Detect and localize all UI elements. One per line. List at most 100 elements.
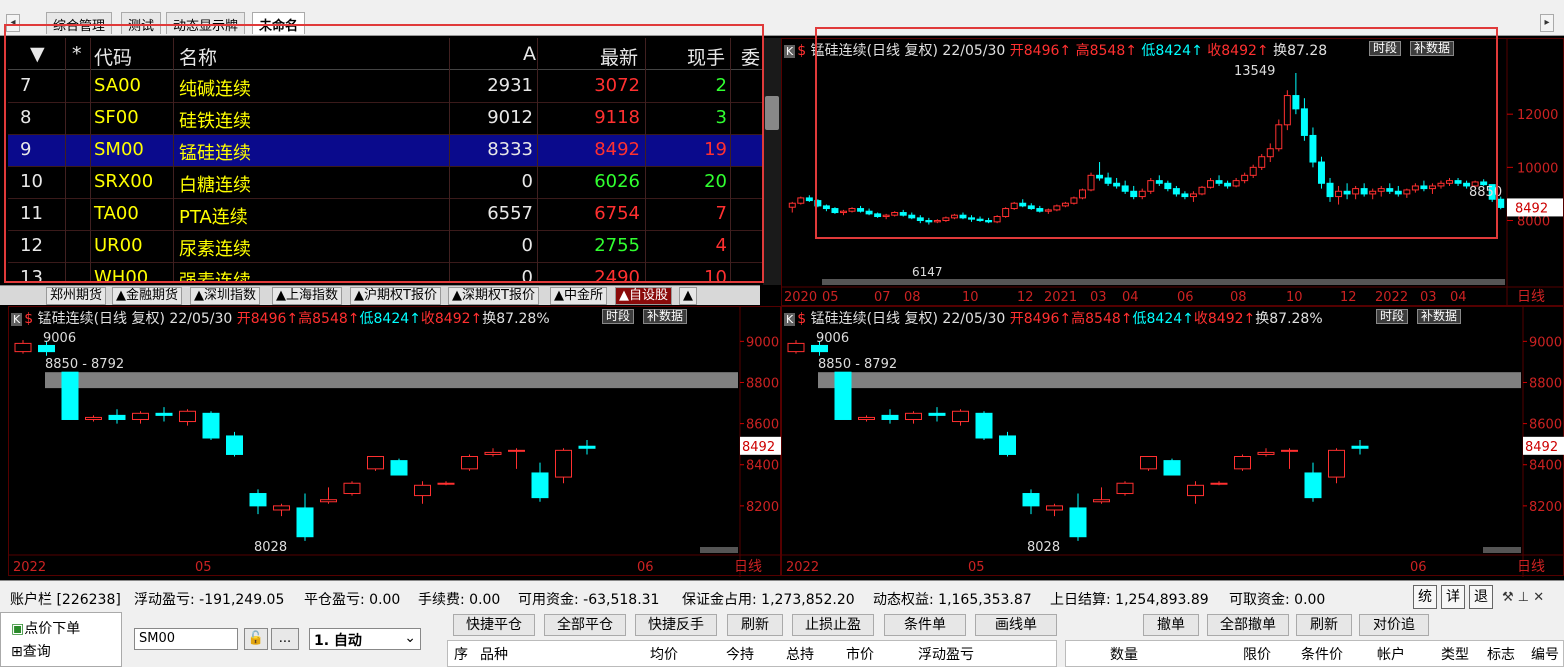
market-tab[interactable]: ▲中金所 — [550, 287, 607, 305]
market-tab[interactable]: ▲ — [679, 287, 697, 305]
quote-row[interactable]: 13 WH00 强麦连续 0 2490 10 — [8, 263, 763, 283]
y-tick-label: 12000 — [1517, 108, 1558, 123]
quote-row[interactable]: 10 SRX00 白糖连续 0 6026 20 — [8, 167, 763, 199]
candle-body — [132, 412, 149, 420]
candle-body — [1292, 95, 1300, 110]
bid-column-header[interactable]: 委 — [741, 43, 760, 70]
col-limit-price[interactable]: 限价 — [1243, 644, 1271, 664]
col-floating-pl[interactable]: 浮动盈亏 — [918, 644, 974, 664]
col-flag[interactable]: 标志 — [1487, 644, 1515, 664]
dynamic-equity: 动态权益: 1,165,353.87 — [873, 592, 1032, 608]
quote-row[interactable]: 8 SF00 硅铁连续 9012 9118 3 — [8, 103, 763, 135]
x-axis-unit: 日线 — [1517, 289, 1545, 305]
tab-scroll-right-button[interactable]: ▸ — [1540, 14, 1554, 32]
stats-button[interactable]: 统 — [1413, 585, 1437, 609]
scrollbar-thumb[interactable] — [765, 96, 779, 130]
right-label: 8850 — [1469, 185, 1502, 200]
quick-reverse-button[interactable]: 快捷反手 — [635, 614, 717, 636]
exit-button[interactable]: 退 — [1469, 585, 1493, 609]
y-tick-label: 9000 — [1529, 335, 1562, 350]
col-type[interactable]: 类型 — [1441, 644, 1469, 664]
market-tab[interactable]: ▲深期权T报价 — [448, 287, 539, 305]
mini-chart-right[interactable]: K $ 锰硅连续(日线 复权) 22/05/30 开8496↑高8548↑低842… — [781, 306, 1564, 577]
col-market-price[interactable]: 市价 — [846, 644, 874, 664]
auto-mode-select[interactable]: 1. 自动 ⌄ — [309, 628, 421, 650]
candle-body — [1140, 456, 1157, 470]
quote-row-index: 7 — [20, 75, 32, 96]
candle-body — [1155, 180, 1163, 184]
candle-body — [578, 445, 596, 449]
candle-body — [320, 499, 337, 503]
fee: 手续费: 0.00 — [418, 592, 501, 608]
quote-row-last: 3072 — [594, 75, 640, 96]
tab-general-management[interactable]: 综合管理 — [46, 12, 113, 34]
candle-body — [999, 435, 1016, 455]
star-column-header[interactable]: * — [72, 43, 82, 65]
col-qty[interactable]: 数量 — [1110, 644, 1138, 664]
col-account[interactable]: 帐户 — [1377, 644, 1405, 664]
refresh-button[interactable]: 刷新 — [727, 614, 783, 636]
quote-row[interactable]: 11 TA00 PTA连续 6557 6754 7 — [8, 199, 763, 231]
candle-body — [1309, 134, 1317, 163]
daily-chart-pane[interactable]: K $ 锰硅连续(日线 复权) 22/05/30 开8496↑ 高8548↑ 低8… — [781, 38, 1564, 307]
tab-scroll-left-button[interactable]: ◂ — [6, 14, 20, 32]
quote-row[interactable]: 9 SM00 锰硅连续 8333 8492 19 — [8, 135, 763, 167]
pin-icon[interactable]: ⚒ ⊥ ✕ — [1502, 590, 1544, 605]
cancel-all-button[interactable]: 全部撤单 — [1207, 614, 1289, 636]
market-tab[interactable]: ▲沪期权T报价 — [350, 287, 441, 305]
tab-dynamic-board[interactable]: 动态显示牌 — [166, 12, 246, 34]
market-tab[interactable]: ▲上海指数 — [272, 287, 342, 305]
current-volume-column-header[interactable]: 现手 — [687, 43, 725, 70]
candle-body — [1403, 189, 1411, 195]
code-column-header[interactable]: 代码 — [94, 43, 132, 70]
col-seq[interactable]: 序 — [454, 644, 468, 664]
quote-row[interactable]: 7 SA00 纯碱连续 2931 3072 2 — [8, 71, 763, 103]
col-number[interactable]: 编号 — [1531, 644, 1559, 664]
line-order-button[interactable]: 画线单 — [975, 614, 1057, 636]
candle-body — [367, 456, 384, 470]
candle-body — [882, 214, 890, 218]
market-tab[interactable]: 郑州期货 — [46, 287, 107, 305]
x-tick-label: 07 — [874, 290, 891, 305]
market-tab[interactable]: ▲金融期货 — [112, 287, 182, 305]
y-tick-label: 10000 — [1517, 161, 1558, 176]
a-column-header[interactable]: A — [523, 43, 536, 65]
more-button[interactable]: ... — [271, 628, 299, 650]
candle-body — [1224, 182, 1232, 187]
quick-close-button[interactable]: 快捷平仓 — [453, 614, 535, 636]
col-avg-price[interactable]: 均价 — [650, 644, 678, 664]
tab-test[interactable]: 测试 — [121, 12, 162, 34]
quote-table-scrollbar[interactable] — [763, 38, 781, 285]
close-all-button[interactable]: 全部平仓 — [544, 614, 626, 636]
candle-body — [1210, 482, 1228, 485]
quote-row[interactable]: 12 UR00 尿素连续 0 2755 4 — [8, 231, 763, 263]
chase-price-button[interactable]: 对价追 — [1359, 614, 1429, 636]
mini-right-candle-chart[interactable]: 9000 8800 8600 8400 8200 9006 8850 - 8792 8028 8… — [782, 307, 1564, 577]
mini-left-candle-chart[interactable]: 9000 8800 8600 8400 8200 9006 8850 - 8792 8028 8… — [9, 307, 782, 577]
sort-column-header[interactable]: ▼ — [30, 43, 45, 65]
stop-loss-button[interactable]: 止损止盈 — [792, 614, 874, 636]
lock-icon[interactable]: 🔓 — [244, 628, 268, 650]
col-instrument[interactable]: 品种 — [480, 644, 508, 664]
daily-candle-chart[interactable]: 12000 10000 8000 13549 6147 8850 8492 2020 05 07 0… — [782, 39, 1564, 307]
candle-body — [1386, 188, 1394, 192]
detail-button[interactable]: 详 — [1441, 585, 1465, 609]
candle-body — [1428, 185, 1436, 190]
name-column-header[interactable]: 名称 — [179, 43, 217, 70]
tab-untitled[interactable]: 未命名 — [252, 12, 306, 34]
market-tab[interactable]: ▲深圳指数 — [190, 287, 260, 305]
instrument-code-input[interactable]: SM00 — [134, 628, 238, 650]
tree-item-query[interactable]: ⊞查询 — [11, 641, 51, 661]
col-condition-price[interactable]: 条件价 — [1301, 644, 1343, 664]
last-price-column-header[interactable]: 最新 — [600, 43, 638, 70]
candle-body — [108, 414, 126, 420]
cancel-order-button[interactable]: 撤单 — [1143, 614, 1199, 636]
market-tab[interactable]: ▲自设股 — [615, 287, 672, 305]
mini-chart-left[interactable]: K $ 锰硅连续(日线 复权) 22/05/30 开8496↑高8548↑低842… — [8, 306, 782, 577]
tree-item-click-order[interactable]: ▣点价下单 — [11, 618, 80, 638]
order-refresh-button[interactable]: 刷新 — [1296, 614, 1352, 636]
col-today-pos[interactable]: 今持 — [726, 644, 754, 664]
low-label: 6147 — [912, 265, 943, 279]
col-total-pos[interactable]: 总持 — [786, 644, 814, 664]
conditional-order-button[interactable]: 条件单 — [884, 614, 966, 636]
